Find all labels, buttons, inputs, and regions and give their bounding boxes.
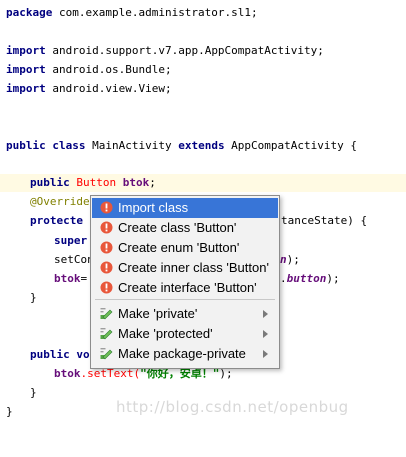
annotation: @Override — [30, 195, 90, 208]
menu-item-make-protected[interactable]: Make 'protected' — [92, 324, 278, 344]
field-name: button — [286, 272, 327, 285]
menu-item-label: Make 'protected' — [118, 326, 213, 341]
unresolved-type[interactable]: Button — [70, 176, 116, 189]
menu-item-create-interface[interactable]: Create interface 'Button' — [92, 278, 278, 298]
keyword: public — [30, 176, 70, 189]
code-fragment: ); — [326, 272, 340, 285]
code-fragment: = — [80, 272, 88, 285]
edit-pencil-icon — [100, 328, 113, 340]
menu-item-label: Create enum 'Button' — [118, 240, 240, 255]
quick-fix-bulb-icon — [100, 281, 113, 294]
menu-item-label: Make package-private — [118, 346, 246, 361]
class-name: MainActivity — [85, 139, 179, 152]
watermark: http://blog.csdn.net/openbug — [116, 398, 349, 416]
submenu-arrow-icon — [263, 330, 268, 338]
keyword: import — [6, 44, 46, 57]
code-fragment: } — [30, 291, 37, 304]
keyword: import — [6, 82, 46, 95]
menu-item-make-private[interactable]: Make 'private' — [92, 304, 278, 324]
menu-separator — [95, 299, 275, 300]
keyword: extends — [178, 139, 225, 152]
keyword: import — [6, 63, 46, 76]
field-name: btok — [54, 367, 81, 380]
code-line-import: import android.view.View; — [0, 80, 406, 98]
import-path: android.support.v7.app.AppCompatActivity… — [45, 44, 324, 57]
import-path: android.view.View; — [45, 82, 172, 95]
menu-item-make-package-private[interactable]: Make package-private — [92, 344, 278, 364]
quick-fix-bulb-icon — [100, 241, 113, 254]
code-fragment: . — [280, 272, 287, 285]
menu-item-label: Create interface 'Button' — [118, 280, 257, 295]
parent-class: AppCompatActivity { — [224, 139, 358, 152]
code-fragment: n — [280, 253, 287, 266]
menu-item-label: Create class 'Button' — [118, 220, 237, 235]
semicolon: ; — [149, 176, 156, 189]
menu-item-label: Make 'private' — [118, 306, 198, 321]
code-line-import: import android.os.Bundle; — [0, 61, 406, 79]
code-fragment: ); — [286, 253, 300, 266]
field-name: btok — [54, 272, 81, 285]
keyword: public class — [6, 139, 86, 152]
menu-item-create-class[interactable]: Create class 'Button' — [92, 218, 278, 238]
import-path: android.os.Bundle; — [45, 63, 172, 76]
field-name: btok — [116, 176, 150, 189]
quick-fix-bulb-icon — [100, 221, 113, 234]
quick-fix-bulb-icon — [100, 201, 113, 214]
keyword: package — [6, 6, 53, 19]
menu-item-create-enum[interactable]: Create enum 'Button' — [92, 238, 278, 258]
code-line-package: package com.example.administrator.sl1; — [0, 4, 406, 22]
code-line-class-decl: public class MainActivity extends AppCom… — [0, 137, 406, 155]
code-fragment: } — [6, 405, 13, 418]
keyword: protecte — [30, 214, 83, 227]
code-fragment: tanceState) { — [281, 214, 368, 227]
code-line-import: import android.support.v7.app.AppCompatA… — [0, 42, 406, 60]
menu-item-import-class[interactable]: Import class — [92, 198, 278, 218]
package-name: com.example.administrator.sl1; — [52, 6, 258, 19]
code-fragment: } — [30, 386, 37, 399]
edit-pencil-icon — [100, 308, 113, 320]
menu-item-create-inner-class[interactable]: Create inner class 'Button' — [92, 258, 278, 278]
intention-actions-popup[interactable]: Import class Create class 'Button' Creat… — [90, 195, 280, 369]
edit-pencil-icon — [100, 348, 113, 360]
submenu-arrow-icon — [263, 350, 268, 358]
submenu-arrow-icon — [263, 310, 268, 318]
menu-item-label: Import class — [118, 200, 189, 215]
menu-item-label: Create inner class 'Button' — [118, 260, 269, 275]
code-fragment: setCon — [54, 253, 94, 266]
keyword: super — [54, 234, 88, 247]
quick-fix-bulb-icon — [100, 261, 113, 274]
keyword: public vo — [30, 348, 90, 361]
code-line-field-current: public Button btok; — [0, 174, 406, 192]
